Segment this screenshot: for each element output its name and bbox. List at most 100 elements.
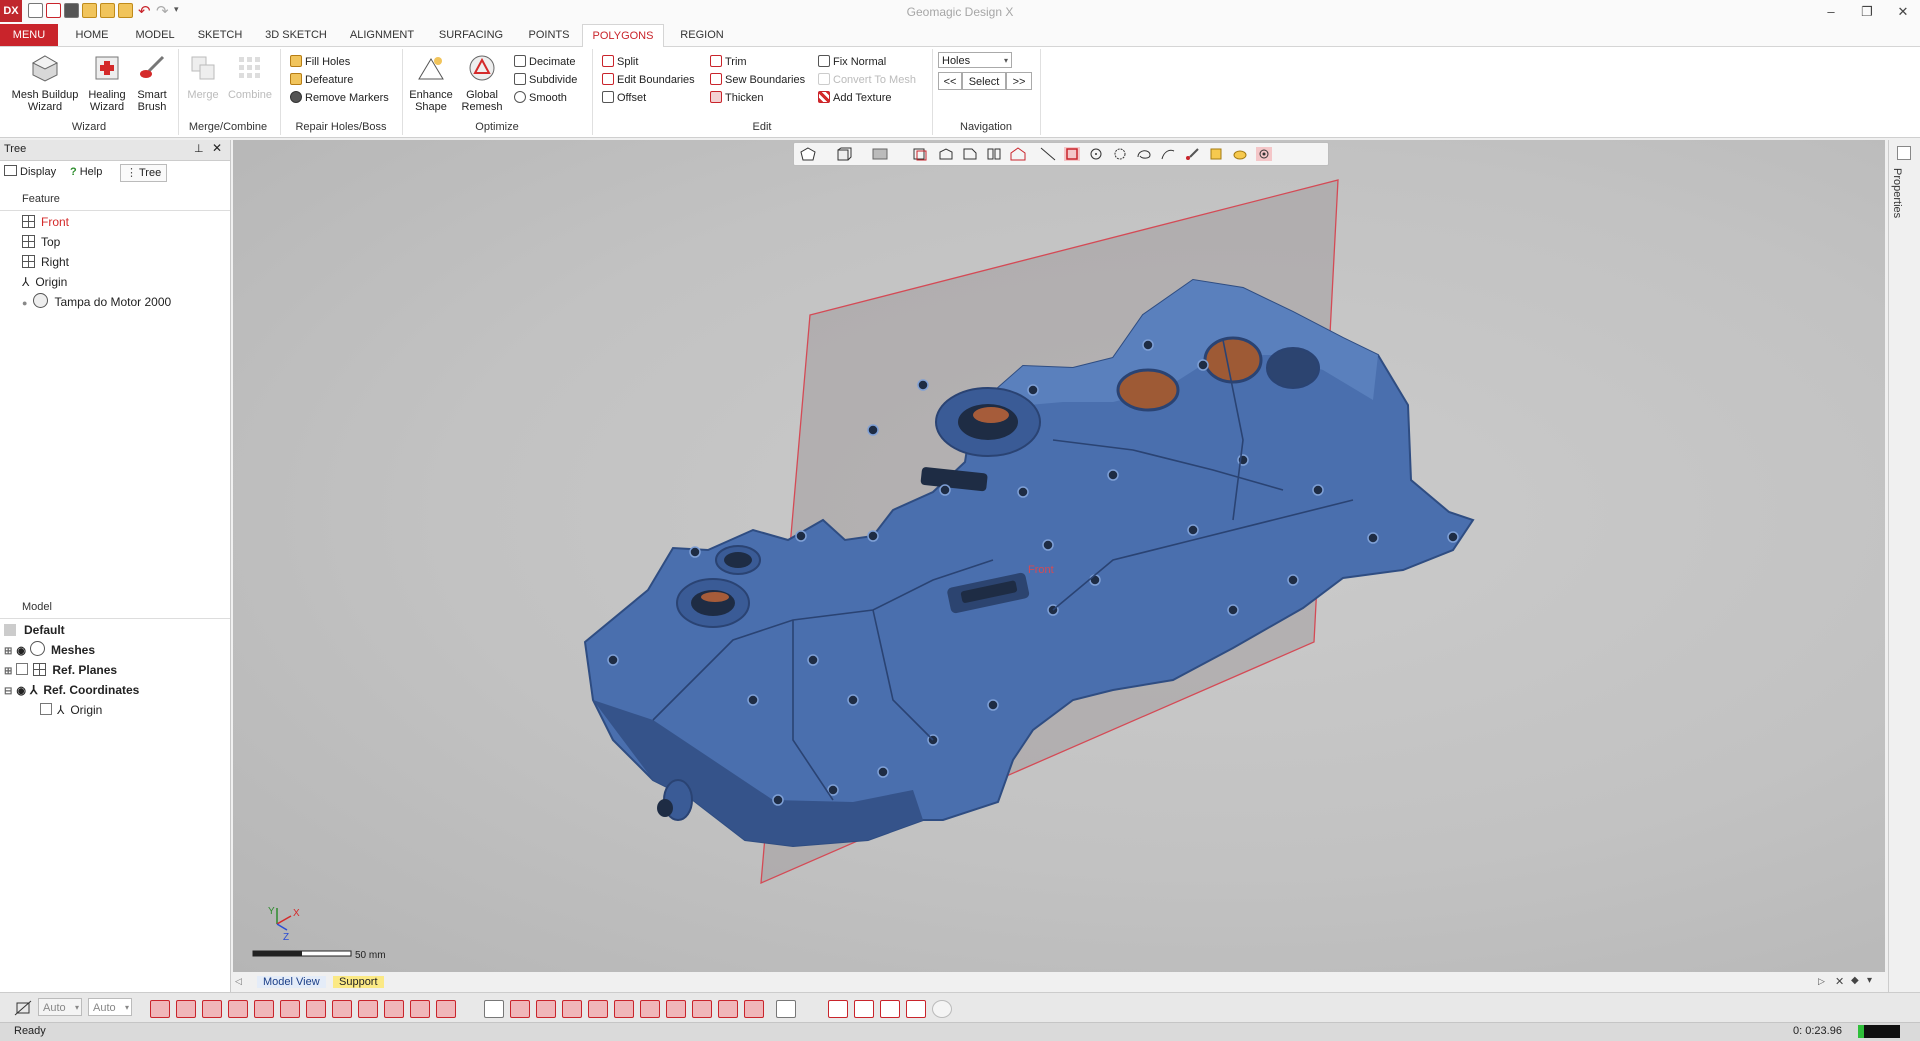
snap-center-icon[interactable] — [744, 1000, 764, 1018]
properties-tab[interactable]: Properties — [1891, 168, 1903, 218]
close-button[interactable]: ✕ — [1888, 3, 1918, 21]
measure-radius-icon[interactable] — [880, 1000, 900, 1018]
tab-alignment[interactable]: ALIGNMENT — [342, 24, 422, 46]
tree-item-mesh[interactable]: ● Tampa do Motor 2000 — [22, 292, 171, 312]
tab-support[interactable]: Support — [333, 976, 384, 988]
snap-grid-icon[interactable] — [718, 1000, 738, 1018]
pin-tab-icon[interactable]: ◆ — [1851, 975, 1859, 986]
auto-select-2[interactable]: Auto ▾ — [88, 998, 132, 1016]
tab-menu[interactable]: MENU — [0, 24, 58, 46]
3d-viewport[interactable]: Front Y X Z 50 mm — [233, 140, 1885, 972]
sew-boundaries-button[interactable]: Sew Boundaries — [710, 72, 805, 88]
auto-select-1[interactable]: Auto ▾ — [38, 998, 82, 1016]
tree-item-ref-origin[interactable]: ⅄ Origin — [40, 700, 102, 720]
convert-to-mesh-button[interactable]: Convert To Mesh — [818, 72, 916, 88]
open-icon[interactable] — [46, 3, 61, 18]
tab-menu-icon[interactable]: ▾ — [1867, 975, 1872, 986]
navigation-prev-button[interactable]: << — [938, 72, 962, 90]
navigation-select-button[interactable]: Select — [962, 72, 1006, 90]
pin-icon[interactable]: ⊥ — [194, 142, 204, 155]
scroll-left-icon[interactable]: ◁ — [235, 976, 242, 987]
enhance-shape-button[interactable]: Enhance Shape — [406, 53, 456, 113]
model-canvas[interactable]: Front Y X Z 50 mm — [233, 140, 1885, 972]
tab-points[interactable]: POINTS — [520, 24, 578, 46]
visibility-icon[interactable]: ◉ — [16, 645, 26, 657]
expand-icon[interactable]: ⊞ — [4, 646, 12, 657]
redo-icon[interactable]: ↷ — [156, 2, 169, 20]
snap-edge-icon[interactable] — [536, 1000, 556, 1018]
tab-model-view[interactable]: Model View — [257, 976, 326, 988]
snap-point-icon[interactable] — [510, 1000, 530, 1018]
collapse-icon[interactable]: ⊟ — [4, 686, 12, 697]
folder-icon[interactable] — [118, 3, 133, 18]
filter-face-icon[interactable] — [228, 1000, 248, 1018]
filter-plane-icon[interactable] — [384, 1000, 404, 1018]
display-options-icon[interactable] — [932, 1000, 952, 1018]
tree-item-right[interactable]: Right — [22, 252, 69, 272]
measure-distance-icon[interactable] — [828, 1000, 848, 1018]
tree-item-ref-planes[interactable]: ⊞ Ref. Planes — [4, 660, 117, 680]
mesh-buildup-wizard-button[interactable]: Mesh Buildup Wizard — [6, 53, 84, 113]
fix-normal-button[interactable]: Fix Normal — [818, 54, 886, 70]
snap-icon[interactable] — [484, 1000, 504, 1018]
combine-button[interactable]: Combine — [226, 53, 274, 101]
remove-markers-button[interactable]: Remove Markers — [290, 90, 389, 106]
filter-body-icon[interactable] — [254, 1000, 274, 1018]
filter-mesh-icon[interactable] — [280, 1000, 300, 1018]
tab-home[interactable]: HOME — [64, 24, 120, 46]
tab-display[interactable]: Display — [4, 164, 56, 180]
smart-brush-button[interactable]: Smart Brush — [130, 53, 174, 113]
scroll-right-icon[interactable]: ▷ — [1818, 976, 1825, 987]
filter-vector-icon[interactable] — [410, 1000, 430, 1018]
defeature-button[interactable]: Defeature — [290, 72, 353, 88]
tree-item-meshes[interactable]: ⊞ ◉ Meshes — [4, 640, 95, 660]
tree-item-default[interactable]: Default — [4, 620, 65, 640]
navigation-type-select[interactable]: Holes ▾ — [938, 52, 1012, 68]
global-remesh-button[interactable]: Global Remesh — [456, 53, 508, 113]
merge-button[interactable]: Merge — [182, 53, 224, 101]
close-icon[interactable]: ✕ — [212, 141, 222, 155]
new-icon[interactable] — [28, 3, 43, 18]
healing-wizard-button[interactable]: Healing Wizard — [84, 53, 130, 113]
snap-region-icon[interactable] — [692, 1000, 712, 1018]
tab-surfacing[interactable]: SURFACING — [428, 24, 514, 46]
visibility-icon[interactable]: ◉ — [16, 685, 26, 697]
save-icon[interactable] — [64, 3, 79, 18]
close-tab-icon[interactable]: ✕ — [1835, 975, 1844, 988]
filter-vertex-icon[interactable] — [176, 1000, 196, 1018]
clipping-icon[interactable] — [14, 1000, 32, 1016]
app-logo[interactable]: DX — [0, 0, 22, 22]
properties-icon[interactable] — [1897, 146, 1911, 160]
filter-region-icon[interactable] — [306, 1000, 326, 1018]
export-icon[interactable] — [100, 3, 115, 18]
checkbox[interactable] — [40, 703, 52, 715]
minimize-button[interactable]: – — [1816, 3, 1846, 21]
import-icon[interactable] — [82, 3, 97, 18]
tab-polygons[interactable]: POLYGONS — [582, 24, 664, 47]
tab-3d-sketch[interactable]: 3D SKETCH — [256, 24, 336, 46]
snap-surface-icon[interactable] — [666, 1000, 686, 1018]
snap-face-icon[interactable] — [562, 1000, 582, 1018]
subdivide-button[interactable]: Subdivide — [514, 72, 577, 88]
offset-button[interactable]: Offset — [602, 90, 646, 106]
add-texture-button[interactable]: Add Texture — [818, 90, 892, 106]
trim-button[interactable]: Trim — [710, 54, 747, 70]
filter-sketch-icon[interactable] — [332, 1000, 352, 1018]
decimate-button[interactable]: Decimate — [514, 54, 575, 70]
tab-tree[interactable]: ⋮ Tree — [120, 164, 168, 182]
undo-icon[interactable]: ↶ — [138, 2, 151, 20]
edit-boundaries-button[interactable]: Edit Boundaries — [602, 72, 695, 88]
tab-model[interactable]: MODEL — [126, 24, 184, 46]
quick-access-dropdown-icon[interactable]: ▾ — [174, 4, 179, 15]
fill-holes-button[interactable]: Fill Holes — [290, 54, 350, 70]
snap-plane-icon[interactable] — [588, 1000, 608, 1018]
split-button[interactable]: Split — [602, 54, 638, 70]
tree-item-top[interactable]: Top — [22, 232, 60, 252]
tab-help[interactable]: ? Help — [70, 164, 102, 180]
tree-item-ref-coordinates[interactable]: ⊟ ◉ ⅄ Ref. Coordinates — [4, 680, 139, 700]
measure-angle-icon[interactable] — [854, 1000, 874, 1018]
expand-icon[interactable]: ⊞ — [4, 666, 12, 677]
filter-coordinate-icon[interactable] — [436, 1000, 456, 1018]
checkbox[interactable] — [16, 663, 29, 675]
restore-button[interactable]: ❐ — [1852, 3, 1882, 21]
